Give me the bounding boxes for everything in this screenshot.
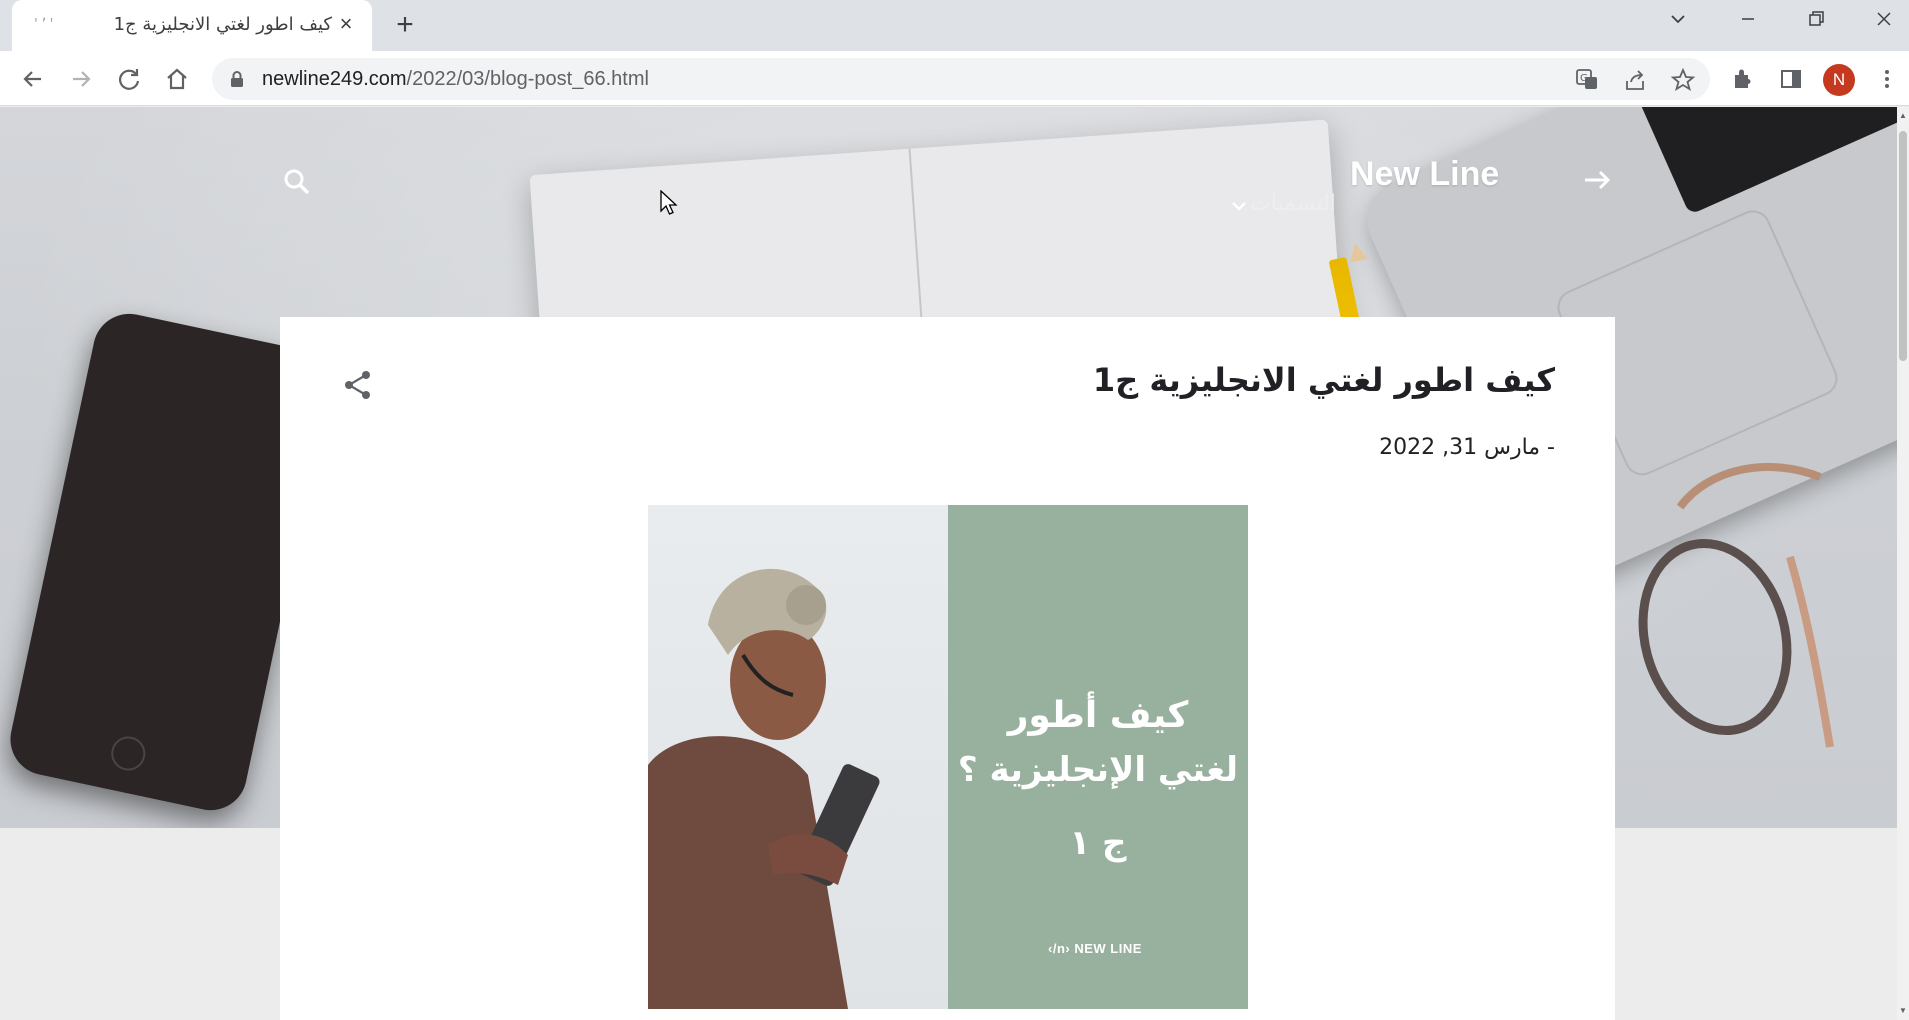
image-brand: ‹/n› NEW LINE [1048,941,1142,956]
post-title: كيف اطور لغتي الانجليزية ج1 [1092,361,1555,399]
page-viewport: New Line التسميات كيف اطور لغتي الانجليز… [0,107,1897,1020]
new-tab-button[interactable]: + [390,10,420,40]
scroll-thumb[interactable] [1899,131,1907,361]
home-icon[interactable] [160,62,194,96]
share-page-icon[interactable] [1622,67,1648,93]
post-image[interactable]: كيف أطور لغتي الإنجليزية ؟ ج ١ ‹/n› NEW … [648,505,1248,1009]
image-text-line2: لغتي الإنجليزية ؟ [957,750,1239,790]
browser-toolbar: newline249.com/2022/03/blog-post_66.html… [0,51,1909,106]
brand-label: NEW LINE [1074,941,1142,956]
search-icon[interactable] [280,165,314,199]
pencil-tip [1346,241,1368,263]
woman-with-tablet-illustration [648,568,880,1009]
post-image-text-panel: كيف أطور لغتي الإنجليزية ؟ ج ١ ‹/n› NEW … [948,505,1248,1009]
translate-icon[interactable]: G [1574,67,1600,93]
scroll-up-arrow-icon[interactable]: ▲ [1899,111,1907,121]
tab-title: كيف اطور لغتي الانجليزية ج1 [113,14,332,35]
lock-icon[interactable] [228,70,246,88]
back-icon[interactable] [16,62,50,96]
labels-menu[interactable]: التسميات [1250,191,1336,216]
post-date: - مارس 31, 2022 [1379,435,1555,460]
menu-icon[interactable] [1870,62,1904,96]
share-icon[interactable] [340,367,376,403]
url-text[interactable]: newline249.com/2022/03/blog-post_66.html [262,68,649,91]
laptop-keyboard [1624,107,1897,215]
close-window-icon[interactable] [1864,8,1904,38]
labels-menu-label: التسميات [1250,191,1336,216]
phone-home-button [108,733,149,774]
blog-title[interactable]: New Line [1350,155,1499,194]
minimize-icon[interactable] [1728,8,1768,38]
profile-avatar[interactable]: N [1823,64,1855,96]
tab-strip: 'ʼ' كيف اطور لغتي الانجليزية ج1 × + [0,0,1909,51]
glasses-image [1638,463,1834,748]
image-text-line1: كيف أطور [1007,695,1189,736]
address-bar[interactable]: newline249.com/2022/03/blog-post_66.html… [212,58,1710,100]
side-panel-icon[interactable] [1774,62,1808,96]
favicon-icon: 'ʼ' [32,17,56,32]
post-image-photo [648,505,948,1009]
tab-close-icon[interactable]: × [334,12,358,36]
tab-search-icon[interactable] [1658,8,1698,38]
page-scrollbar[interactable]: ▲ ▼ [1897,107,1909,1020]
brand-mark-icon: ‹/n› [1048,941,1071,956]
back-arrow-icon[interactable] [1580,163,1614,197]
post-card: كيف اطور لغتي الانجليزية ج1 - مارس 31, 2… [280,317,1615,1020]
bookmark-star-icon[interactable] [1670,67,1696,93]
reload-icon[interactable] [112,62,146,96]
tab-active[interactable]: 'ʼ' كيف اطور لغتي الانجليزية ج1 × [12,0,372,51]
extensions-icon[interactable] [1726,62,1760,96]
image-text-line3: ج ١ [1069,823,1127,863]
scroll-down-arrow-icon[interactable]: ▼ [1899,1006,1907,1016]
mouse-cursor-icon [660,190,678,215]
chevron-down-icon[interactable] [1228,195,1250,217]
restore-icon[interactable] [1796,8,1836,38]
forward-icon[interactable] [64,62,98,96]
